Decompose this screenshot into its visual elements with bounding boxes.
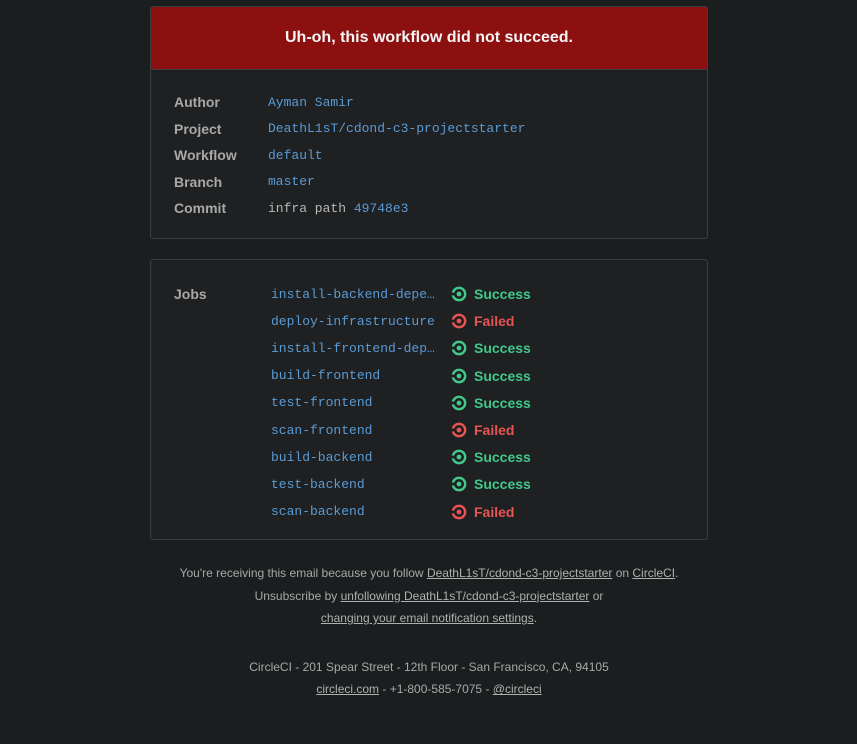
commit-hash-link[interactable]: 49748e3 xyxy=(354,201,409,216)
success-circle-icon xyxy=(451,286,467,302)
job-status-label: Success xyxy=(474,449,531,466)
twitter-link[interactable]: @circleci xyxy=(493,682,542,696)
job-status-success: Success xyxy=(451,476,531,492)
job-name-link[interactable]: install-frontend-dependencies xyxy=(271,341,441,356)
workflow-summary-card: Uh-oh, this workflow did not succeed. Au… xyxy=(150,6,708,239)
job-status-success: Success xyxy=(451,286,531,302)
jobs-card: Jobs install-backend-dependencies Success… xyxy=(150,258,708,541)
workflow-link[interactable]: default xyxy=(268,148,323,163)
follow-notice-suffix: . xyxy=(675,566,679,581)
jobs-label: Jobs xyxy=(174,285,207,302)
commit-message: infra path xyxy=(268,200,347,216)
job-row: install-backend-dependencies Success xyxy=(271,281,684,308)
unsubscribe-mid: or xyxy=(589,588,604,603)
follow-notice-prefix: You're receiving this email because you … xyxy=(179,566,427,581)
notification-settings-link[interactable]: changing your email notification setting… xyxy=(321,611,534,625)
job-status-label: Success xyxy=(474,340,531,357)
job-status-label: Success xyxy=(474,286,531,303)
meta-row-author: Author Ayman Samir xyxy=(174,89,684,116)
job-row: scan-backend Failed xyxy=(271,498,684,525)
company-address: CircleCI - 201 Spear Street - 12th Floor… xyxy=(249,659,609,674)
failed-circle-icon xyxy=(451,504,467,519)
job-status-label: Success xyxy=(474,476,531,493)
job-status-success: Success xyxy=(451,395,531,411)
job-row: build-backend Success xyxy=(271,444,684,471)
branch-label: Branch xyxy=(174,173,223,190)
phone-number: - +1-800-585-7075 - xyxy=(379,682,493,697)
author-value[interactable]: Ayman Samir xyxy=(268,95,354,110)
unsubscribe-prefix: Unsubscribe by xyxy=(254,588,341,603)
job-status-label: Failed xyxy=(474,313,515,330)
commit-value: infra path 49748e3 xyxy=(268,201,408,216)
job-row: deploy-infrastructure Failed xyxy=(271,308,684,335)
email-footer: You're receiving this email because you … xyxy=(150,562,708,701)
circleci-link[interactable]: CircleCI xyxy=(632,566,675,580)
success-circle-icon xyxy=(451,341,467,356)
success-circle-icon xyxy=(451,449,467,465)
unsubscribe-suffix: . xyxy=(533,611,538,626)
job-row: build-frontend Success xyxy=(271,362,684,389)
failure-banner: Uh-oh, this workflow did not succeed. xyxy=(151,7,707,69)
job-status-label: Success xyxy=(474,394,531,411)
meta-row-workflow: Workflow default xyxy=(174,142,684,169)
job-status-failed: Failed xyxy=(451,504,514,520)
meta-row-project: Project DeathL1sT/cdond-c3-projectstarte… xyxy=(174,116,684,143)
job-status-failed: Failed xyxy=(451,422,514,438)
circleci-site-link[interactable]: circleci.com xyxy=(316,682,379,696)
job-name-link[interactable]: deploy-infrastructure xyxy=(271,314,441,329)
unsubscribe-notice: Unsubscribe by unfollowing DeathL1sT/cdo… xyxy=(150,585,708,630)
job-status-label: Success xyxy=(474,367,531,384)
email-content: Uh-oh, this workflow did not succeed. Au… xyxy=(150,6,708,701)
jobs-list: install-backend-dependencies Success deplo… xyxy=(271,281,684,526)
job-name-link[interactable]: test-backend xyxy=(271,477,441,492)
follow-notice-mid: on xyxy=(612,566,633,581)
success-circle-icon xyxy=(451,395,467,411)
failed-circle-icon xyxy=(451,422,467,438)
project-follow-link[interactable]: DeathL1sT/cdond-c3-projectstarter xyxy=(427,566,612,580)
job-status-failed: Failed xyxy=(451,313,514,329)
job-row: install-frontend-dependencies Success xyxy=(271,335,684,362)
job-name-link[interactable]: build-backend xyxy=(271,450,441,465)
job-row: test-backend Success xyxy=(271,471,684,498)
job-name-link[interactable]: scan-backend xyxy=(271,504,441,519)
job-status-success: Success xyxy=(451,368,531,384)
workflow-label: Workflow xyxy=(174,147,237,164)
failed-circle-icon xyxy=(451,313,467,329)
commit-label: Commit xyxy=(174,200,227,217)
follow-notice: You're receiving this email because you … xyxy=(150,562,708,585)
job-row: test-frontend Success xyxy=(271,389,684,416)
author-label: Author xyxy=(174,94,220,111)
project-label: Project xyxy=(174,120,222,137)
job-name-link[interactable]: scan-frontend xyxy=(271,423,441,438)
job-status-label: Failed xyxy=(474,503,515,520)
job-status-label: Failed xyxy=(474,422,515,439)
job-name-link[interactable]: install-backend-dependencies xyxy=(271,287,441,302)
success-circle-icon xyxy=(451,477,467,492)
job-name-link[interactable]: test-frontend xyxy=(271,395,441,410)
workflow-meta: Author Ayman Samir Project DeathL1sT/cdo… xyxy=(151,69,707,238)
job-row: scan-frontend Failed xyxy=(271,416,684,443)
job-status-success: Success xyxy=(451,340,531,356)
contact-line: circleci.com - +1-800-585-7075 - @circle… xyxy=(150,678,708,701)
project-link[interactable]: DeathL1sT/cdond-c3-projectstarter xyxy=(268,121,525,136)
branch-link[interactable]: master xyxy=(268,174,315,189)
meta-row-branch: Branch master xyxy=(174,169,684,196)
unfollow-link[interactable]: unfollowing DeathL1sT/cdond-c3-projectst… xyxy=(341,589,590,603)
success-circle-icon xyxy=(451,368,467,384)
meta-row-commit: Commit infra path 49748e3 xyxy=(174,195,684,222)
job-name-link[interactable]: build-frontend xyxy=(271,368,441,383)
job-status-success: Success xyxy=(451,449,531,465)
